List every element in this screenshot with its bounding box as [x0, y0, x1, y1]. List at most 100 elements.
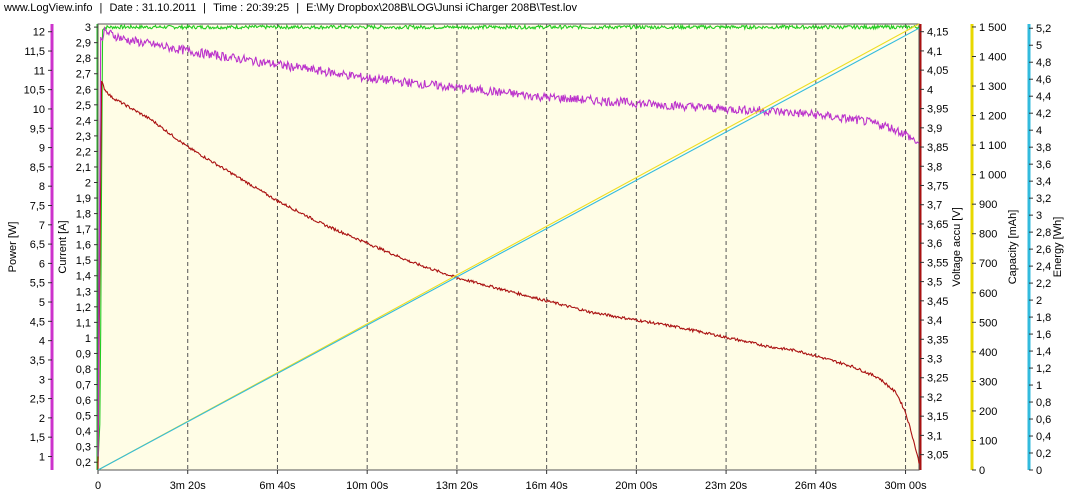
tick-label: 3,2 — [927, 392, 942, 404]
tick-label: 3,9 — [927, 123, 942, 135]
tick-label: 9 — [39, 143, 45, 155]
axis-current: 0,2 0,3 0,4 0,5 0,6 0,7 0,8 0,9 1 1,1 1,2 1,3 1,4 1,5… — [57, 22, 100, 470]
tick-label: 4 — [39, 336, 45, 348]
tick-label: 2,2 — [76, 146, 91, 158]
tick-label: 1,8 — [76, 209, 91, 221]
axis-voltage: 3,05 3,1 3,15 3,2 3,25 3,3 3,35 3,4 3,45 3,5 3,55 3… — [918, 24, 963, 470]
tick-label: 0,3 — [76, 442, 91, 454]
tick-label: 7 — [39, 220, 45, 232]
tick-label: 5,5 — [30, 278, 45, 290]
file-path-label: E:\My Dropbox\208B\LOG\Junsi iCharger 20… — [306, 2, 577, 14]
tick-label: 3,1 — [927, 430, 942, 442]
tick-label: 1 300 — [979, 81, 1007, 93]
tick-label: 2,7 — [76, 69, 91, 81]
tick-label: 1,4 — [1036, 346, 1051, 358]
tick-label: 2,2 — [1036, 278, 1051, 290]
tick-label: 3 — [1036, 210, 1042, 222]
tick-label: 300 — [979, 376, 997, 388]
tick-label: 1,6 — [1036, 329, 1051, 341]
tick-label: 1 — [85, 333, 91, 345]
tick-label: 3,8 — [1036, 142, 1051, 154]
tick-label: 200 — [979, 406, 997, 418]
tick-label: 0 — [979, 465, 985, 477]
tick-label: 11 — [34, 65, 45, 77]
tick-label: 3,3 — [927, 354, 942, 366]
tick-label: 2,6 — [1036, 244, 1051, 256]
tick-label: 4,05 — [927, 65, 948, 77]
site-label[interactable]: www.LogView.info — [4, 2, 92, 14]
tick-label: 3,5 — [927, 277, 942, 289]
tick-label: 2,8 — [1036, 227, 1051, 239]
tick-label: 5,2 — [1036, 23, 1051, 35]
tick-label: 3,85 — [927, 142, 948, 154]
x-tick-label: 16m 40s — [526, 480, 569, 492]
tick-label: 1,3 — [76, 286, 91, 298]
tick-label: 3,45 — [927, 296, 948, 308]
x-tick-label: 6m 40s — [259, 480, 296, 492]
tick-label: 4,2 — [1036, 108, 1051, 120]
tick-label: 3,8 — [927, 161, 942, 173]
tick-label: 3,4 — [927, 315, 942, 327]
tick-label: 12 — [33, 27, 45, 39]
tick-label: 3,55 — [927, 257, 948, 269]
tick-label: 7,5 — [30, 200, 45, 212]
tick-label: 1,2 — [1036, 363, 1051, 375]
tick-label: 1,6 — [76, 240, 91, 252]
tick-label: 2,9 — [76, 38, 91, 50]
tick-label: 800 — [979, 229, 997, 241]
tick-label: 0,8 — [76, 364, 91, 376]
tick-label: 500 — [979, 317, 997, 329]
tick-label: 0,6 — [76, 395, 91, 407]
tick-label: 0,2 — [76, 457, 91, 469]
tick-label: 10,5 — [24, 85, 45, 97]
tick-label: 3,7 — [927, 200, 942, 212]
tick-label: 3 — [39, 374, 45, 386]
separator: | — [296, 2, 300, 14]
tick-label: 1,1 — [76, 317, 91, 329]
tick-label: 0,4 — [76, 426, 91, 438]
tick-label: 3,6 — [1036, 159, 1051, 171]
x-tick-label: 20m 00s — [615, 480, 658, 492]
tick-label: 0,6 — [1036, 414, 1051, 426]
tick-label: 3,95 — [927, 104, 948, 116]
x-tick-label: 0 — [95, 480, 101, 492]
date-label: Date : 31.10.2011 — [109, 2, 197, 14]
tick-label: 4,4 — [1036, 91, 1051, 103]
tick-label: 1,7 — [76, 224, 91, 236]
tick-label: 1,4 — [76, 271, 91, 283]
tick-label: 3,2 — [1036, 193, 1051, 205]
tick-label: 1 000 — [979, 170, 1007, 182]
tick-label: 0,5 — [76, 411, 91, 423]
x-tick-label: 10m 00s — [346, 480, 389, 492]
tick-label: 3,25 — [927, 373, 948, 385]
tick-label: 4,8 — [1036, 57, 1051, 69]
axis-label-voltage: Voltage accu [V] — [951, 207, 963, 287]
log-chart[interactable]: 11,522,533,544,555,566,577,588,599,51010… — [0, 16, 1073, 497]
tick-label: 0,2 — [1036, 448, 1051, 460]
tick-label: 0,9 — [76, 348, 91, 360]
tick-label: 3 — [85, 22, 91, 34]
x-tick-label: 23m 20s — [705, 480, 748, 492]
tick-label: 10 — [33, 104, 45, 116]
x-tick-label: 13m 20s — [436, 480, 479, 492]
tick-label: 1 — [39, 451, 45, 463]
tick-label: 2,4 — [76, 115, 91, 127]
tick-label: 4,5 — [30, 316, 45, 328]
x-tick-label: 30m 00s — [884, 480, 927, 492]
axis-label-capacity: Capacity [mAh] — [1007, 210, 1019, 285]
tick-label: 700 — [979, 258, 997, 270]
tick-label: 5 — [39, 297, 45, 309]
time-label: Time : 20:39:25 — [213, 2, 290, 14]
tick-label: 8,5 — [30, 162, 45, 174]
tick-label: 1 100 — [979, 140, 1007, 152]
tick-label: 2,1 — [76, 162, 91, 174]
tick-label: 3,05 — [927, 450, 948, 462]
tick-label: 600 — [979, 288, 997, 300]
header-bar: www.LogView.info | Date : 31.10.2011 | T… — [0, 0, 1073, 16]
axis-label-power: Power [W] — [7, 222, 19, 273]
tick-label: 2,4 — [1036, 261, 1051, 273]
tick-label: 6,5 — [30, 239, 45, 251]
separator: | — [203, 2, 207, 14]
tick-label: 5 — [1036, 40, 1042, 52]
tick-label: 1,9 — [76, 193, 91, 205]
